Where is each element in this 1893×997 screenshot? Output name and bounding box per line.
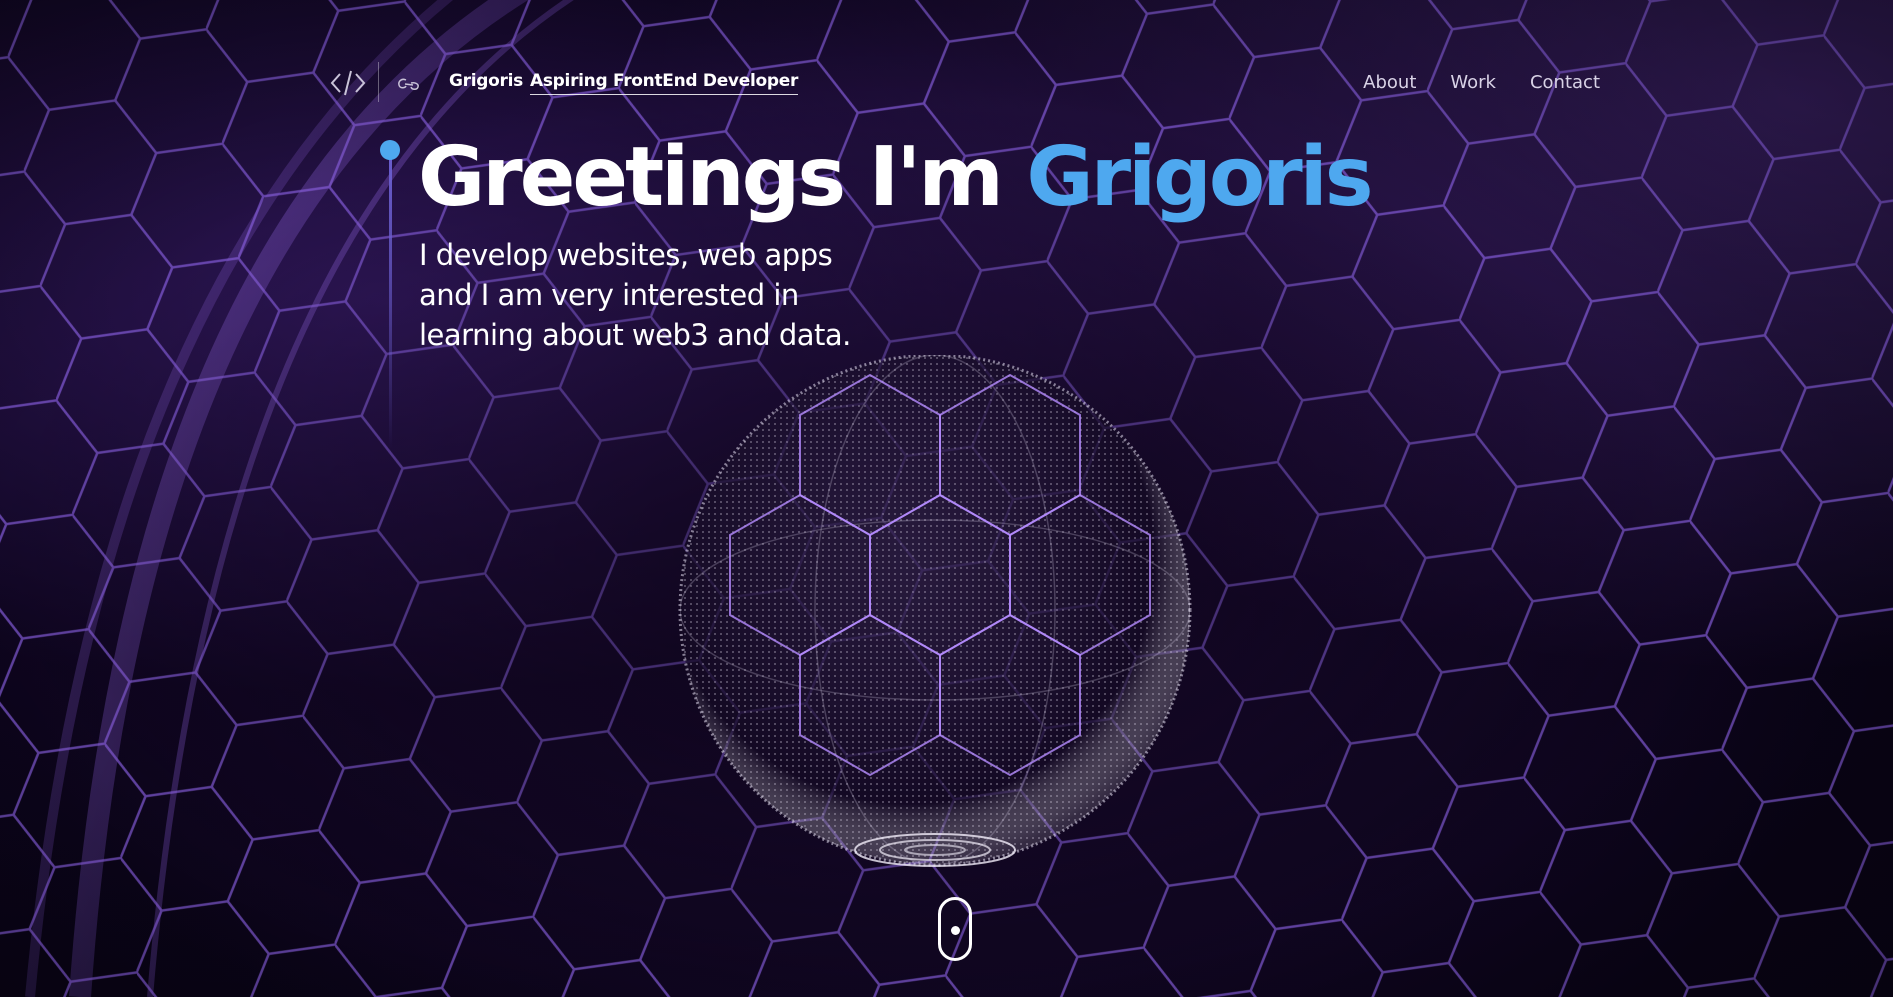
hero-title: Greetings I'm Grigoris: [418, 128, 1374, 228]
hero-title-prefix: Greetings I'm: [418, 130, 1027, 225]
link-icon[interactable]: [394, 74, 424, 94]
particle-globe: [678, 355, 1192, 867]
hero-title-name: Grigoris: [1026, 130, 1373, 225]
hero-subtitle-line: learning about web3 and data.: [419, 318, 851, 352]
code-brackets-icon[interactable]: [330, 68, 366, 98]
nav-contact-link[interactable]: Contact: [1530, 72, 1600, 93]
nav-about-link[interactable]: About: [1363, 72, 1416, 93]
mouse-scroll-icon[interactable]: [938, 897, 972, 961]
hero-accent-dot: [380, 140, 400, 160]
hero-page: Grigoris Aspiring FrontEnd Developer Abo…: [0, 0, 1893, 997]
main-nav: About Work Contact: [1363, 72, 1600, 93]
brand-name[interactable]: Grigoris: [449, 71, 523, 91]
nav-work-link[interactable]: Work: [1450, 72, 1496, 93]
hero-subtitle-line: I develop websites, web apps: [419, 238, 833, 272]
brand-role-link[interactable]: Aspiring FrontEnd Developer: [530, 71, 798, 95]
site-header: Grigoris Aspiring FrontEnd Developer Abo…: [330, 58, 1600, 108]
header-divider: [378, 62, 379, 102]
scroll-wheel-dot: [950, 926, 960, 935]
hero-subtitle-line: and I am very interested in: [419, 278, 799, 312]
hero-accent-line: [389, 148, 392, 448]
hero-subtitle: I develop websites, web apps and I am ve…: [419, 235, 939, 355]
